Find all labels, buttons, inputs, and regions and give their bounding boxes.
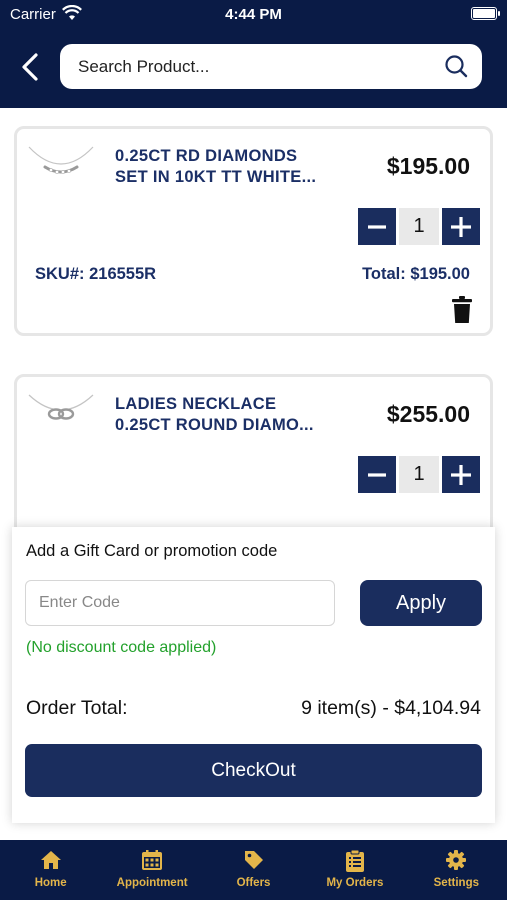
header-bar: Carrier 4:44 PM Search Product... <box>0 0 507 108</box>
chevron-left-icon <box>22 53 38 81</box>
tab-label: Home <box>34 877 67 889</box>
necklace-thumbnail <box>28 146 94 174</box>
search-placeholder: Search Product... <box>78 57 210 76</box>
home-icon <box>40 851 61 869</box>
decrease-quantity-button[interactable] <box>358 456 396 493</box>
tag-icon <box>244 851 263 869</box>
promo-label: Add a Gift Card or promotion code <box>26 542 278 560</box>
necklace-thumbnail <box>28 394 94 420</box>
tab-home[interactable]: Home <box>0 840 101 900</box>
tab-label: Settings <box>433 877 480 889</box>
tab-label: Offers <box>236 877 271 889</box>
product-name[interactable]: 0.25CT RD DIAMONDS SET IN 10KT TT WHITE.… <box>115 146 316 188</box>
checkout-button[interactable]: CheckOut <box>25 744 482 797</box>
quantity-value: 1 <box>399 208 439 245</box>
tab-my-orders[interactable]: My Orders <box>304 840 405 900</box>
search-icon[interactable] <box>444 54 468 78</box>
quantity-stepper: 1 <box>358 456 480 493</box>
discount-status: (No discount code applied) <box>26 639 217 656</box>
quantity-value: 1 <box>399 456 439 493</box>
minus-icon <box>368 472 386 477</box>
clock: 4:44 PM <box>225 6 282 23</box>
tab-bar: Home Appointment Offers My Orders Settin… <box>0 840 507 900</box>
product-name-line2: 0.25CT ROUND DIAMO... <box>115 416 314 434</box>
item-total: Total: $195.00 <box>362 265 470 283</box>
apply-button[interactable]: Apply <box>360 580 482 626</box>
decrease-quantity-button[interactable] <box>358 208 396 245</box>
tab-label: My Orders <box>326 877 384 889</box>
gear-icon <box>446 850 467 870</box>
search-input[interactable]: Search Product... <box>60 44 482 89</box>
tab-appointment[interactable]: Appointment <box>101 840 202 900</box>
tab-settings[interactable]: Settings <box>406 840 507 900</box>
order-total-value: 9 item(s) - $4,104.94 <box>301 697 481 719</box>
order-total-label: Order Total: <box>26 697 128 719</box>
product-name[interactable]: LADIES NECKLACE 0.25CT ROUND DIAMO... <box>115 394 314 436</box>
tab-offers[interactable]: Offers <box>203 840 304 900</box>
trash-icon[interactable] <box>452 296 472 323</box>
cart-item-card: 0.25CT RD DIAMONDS SET IN 10KT TT WHITE.… <box>14 126 493 336</box>
item-sku: SKU#: 216555R <box>35 265 157 283</box>
increase-quantity-button[interactable] <box>442 208 480 245</box>
promo-code-input[interactable] <box>25 580 335 626</box>
product-name-line2: SET IN 10KT TT WHITE... <box>115 168 317 186</box>
tab-label: Appointment <box>116 877 188 889</box>
product-name-line1: 0.25CT RD DIAMONDS <box>115 147 298 165</box>
clipboard-icon <box>345 850 364 872</box>
checkout-panel: Add a Gift Card or promotion code Apply … <box>12 527 495 823</box>
plus-icon <box>451 464 471 485</box>
product-name-line1: LADIES NECKLACE <box>115 395 277 413</box>
status-bar: Carrier 4:44 PM <box>0 0 507 30</box>
increase-quantity-button[interactable] <box>442 456 480 493</box>
plus-icon <box>451 216 471 237</box>
item-price: $195.00 <box>386 153 470 179</box>
back-button[interactable] <box>14 50 46 84</box>
battery-icon <box>471 7 500 20</box>
calendar-icon <box>142 850 163 870</box>
minus-icon <box>368 224 386 229</box>
quantity-stepper: 1 <box>358 208 480 245</box>
item-price: $255.00 <box>386 401 470 427</box>
